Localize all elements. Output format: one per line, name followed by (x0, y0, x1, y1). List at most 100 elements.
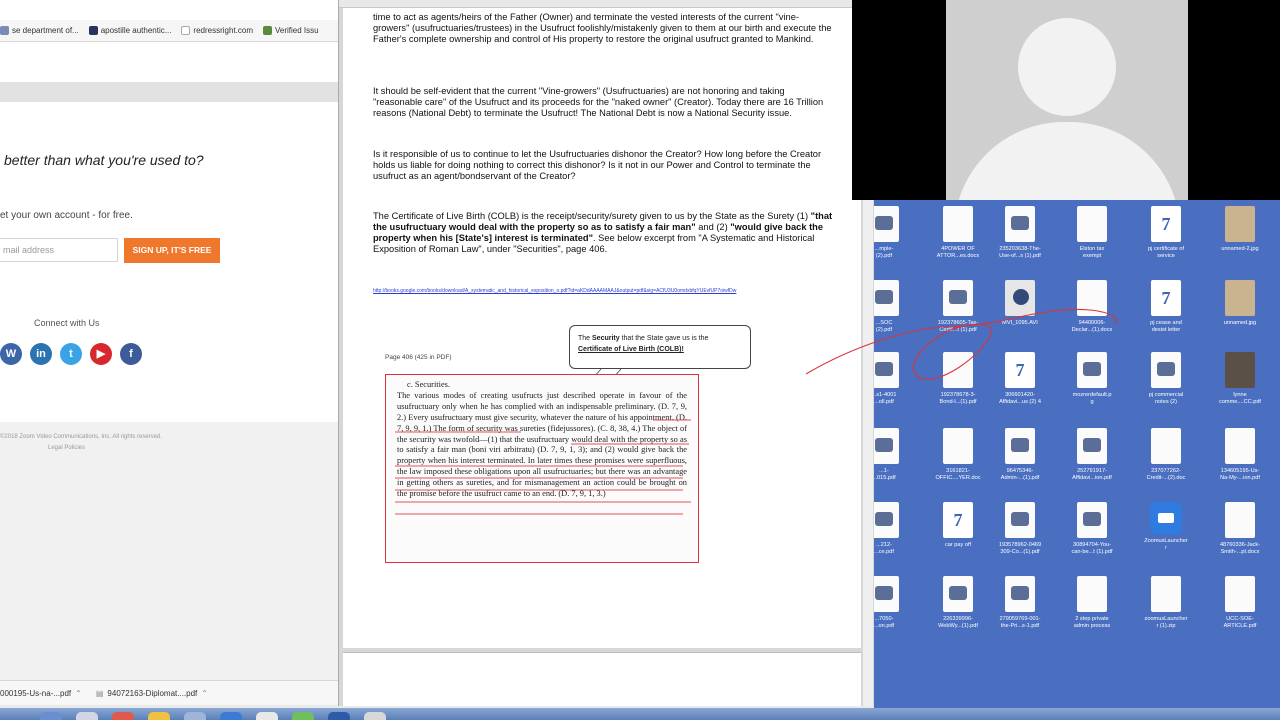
browser-window: se department of... apostille authentic.… (0, 0, 340, 705)
desktop-file-item[interactable]: 48760336-Jack- Smith-...pt.docx (1204, 502, 1276, 556)
pdf-file-icon (874, 280, 899, 316)
pdf-toolbar (339, 0, 875, 8)
download-filename: 000195-Us-na-...pdf (0, 688, 72, 698)
downloads-bar: 000195-Us-na-...pdf ⌃ ▤ 94072163-Diplomat.… (0, 680, 340, 705)
bookmark-item[interactable]: apostille authentic... (88, 26, 172, 35)
desktop-file-label: unnamed.jpg (1223, 320, 1257, 326)
image-file-icon (1077, 352, 1107, 388)
word-file-icon: 7 (943, 502, 973, 538)
desktop-file-item[interactable]: 30894704-You- can-be...t (1).pdf (1056, 502, 1128, 556)
desktop-file-item[interactable]: ...7050- ...on.pdf (874, 576, 920, 630)
app-icon[interactable] (328, 712, 350, 720)
text-run: and (2) (695, 222, 731, 232)
pdf-file-icon (1077, 502, 1107, 538)
pdf-viewer-window: time to act as agents/heirs of the Fathe… (338, 0, 875, 706)
docx-file-icon (1225, 502, 1255, 538)
text-run: Security (592, 335, 620, 342)
download-item[interactable]: ▤ 94072163-Diplomat....pdf ⌃ (96, 689, 208, 698)
launchpad-icon[interactable] (76, 712, 98, 720)
desktop-file-item[interactable]: 96475346- Admin-...(1).pdf (984, 428, 1056, 482)
page-header-band (0, 82, 340, 102)
chevron-up-icon[interactable]: ⌃ (75, 689, 82, 698)
bookmark-item[interactable]: se department of... (0, 26, 79, 35)
signup-button[interactable]: SIGN UP, IT'S FREE (124, 238, 220, 263)
desktop-file-item[interactable]: 7 pj certificate of service (1130, 206, 1202, 260)
desktop-file-item[interactable]: MVI_1095.AVI (984, 280, 1056, 327)
twitter-icon[interactable]: t (60, 343, 82, 365)
app-icon[interactable] (292, 712, 314, 720)
promo-subline: et your own account - for free. (0, 210, 133, 221)
bookmark-label: se department of... (12, 26, 79, 35)
legal-policies-link[interactable]: Legal Policies (48, 445, 85, 451)
word-file-icon: 7 (1151, 206, 1181, 242)
desktop-file-item[interactable]: 235203638-The- Use-of...s (1).pdf (984, 206, 1056, 260)
bookmark-label: apostille authentic... (100, 26, 172, 35)
zip-file-icon (1151, 576, 1181, 612)
desktop-file-label: pj commercial notes (2) (1148, 392, 1184, 405)
pdf-file-icon (943, 576, 973, 612)
desktop-file-item[interactable]: ...SOC (2).pdf (874, 280, 920, 334)
app-icon[interactable] (112, 712, 134, 720)
desktop-file-item[interactable]: ...212- ...ce.pdf (874, 502, 920, 556)
bookmark-item[interactable]: redressright.com (181, 26, 253, 35)
pdf-paragraph: time to act as agents/heirs of the Fathe… (373, 12, 832, 44)
desktop-file-label: 237077262- Credit-...(2).doc (1146, 468, 1186, 481)
bookmark-label: Verified Issu (275, 26, 319, 35)
desktop-file-label: ZoomusLauncher r (1144, 538, 1188, 551)
desktop-file-item[interactable]: 252791917- Affidavi...ion.pdf (1056, 428, 1128, 482)
wordpress-icon[interactable]: W (0, 343, 22, 365)
pdf-page: time to act as agents/heirs of the Fathe… (343, 8, 861, 648)
desktop-file-item[interactable]: Elston tax exempt (1056, 206, 1128, 260)
app-icon[interactable] (220, 712, 242, 720)
desktop-file-item[interactable]: unnamed.jpg (1204, 280, 1276, 327)
bookmark-label: redressright.com (193, 26, 253, 35)
desktop-file-label: 2 step private admin process (1073, 616, 1111, 629)
app-icon[interactable] (256, 712, 278, 720)
desktop-file-item[interactable]: ...s1-4001 ...oll.pdf (874, 352, 920, 406)
desktop-file-item[interactable]: 7 306601420- Affidavi...us (2) 4 (984, 352, 1056, 406)
google-books-link[interactable]: http://books.google.com/books/download/A… (373, 288, 835, 295)
desktop-file-item[interactable]: zoomusLauncher r (1).zip (1130, 576, 1202, 630)
desktop-file-item[interactable]: lynne comme....CC.pdf (1204, 352, 1276, 406)
pdf-paragraph: Is it responsible of us to continue to l… (373, 149, 822, 181)
desktop-file-item[interactable]: ...mple- (2).pdf (874, 206, 920, 260)
desktop-file-label: 235203638-The- Use-of...s (1).pdf (999, 246, 1041, 259)
pdf-file-icon (1225, 576, 1255, 612)
desktop-file-item[interactable]: unnamed-2.jpg (1204, 206, 1276, 253)
desktop-file-item[interactable]: 279059769-001- the-Pri...s-1.pdf (984, 576, 1056, 630)
desktop-file-item[interactable]: 7 pj cease and desist letter (1130, 280, 1202, 334)
word-file-icon: 7 (1151, 280, 1181, 316)
facebook-icon[interactable]: f (120, 343, 142, 365)
email-field[interactable]: mail address (0, 238, 118, 262)
pdf-file-icon (1005, 576, 1035, 612)
desktop-file-item[interactable]: 94400006- Declar...(1).docx (1056, 280, 1128, 334)
desktop-file-item[interactable]: mozrerdefault.p g (1056, 352, 1128, 406)
download-filename: 94072163-Diplomat....pdf (107, 688, 198, 698)
desktop-file-item[interactable]: UCC-SOE- ARTICLE.pdf (1204, 576, 1276, 630)
desktop-file-label: 134605195-Us- Na-My-...ion.pdf (1220, 468, 1260, 481)
app-icon[interactable] (184, 712, 206, 720)
bookmark-item[interactable]: Verified Issu (263, 26, 319, 35)
app-icon[interactable] (148, 712, 170, 720)
desktop-file-label: unnamed-2.jpg (1221, 246, 1259, 252)
text-run: that the State gave us is the (619, 335, 709, 342)
text-run: The Certificate of Live Birth (COLB) is … (373, 211, 811, 221)
chevron-up-icon[interactable]: ⌃ (201, 689, 208, 698)
linkedin-icon[interactable]: in (30, 343, 52, 365)
pdf-paragraph: It should be self-evident that the curre… (373, 86, 824, 118)
desktop-file-item[interactable]: ...1- ...015.pdf (874, 428, 920, 482)
pdf-next-page (343, 652, 861, 706)
desktop-file-item[interactable]: 193578962-0469 309-Co...(1).pdf (984, 502, 1056, 556)
desktop-file-label: 252791917- Affidavi...ion.pdf (1072, 468, 1112, 481)
download-item[interactable]: 000195-Us-na-...pdf ⌃ (0, 689, 82, 698)
desktop-file-item[interactable]: 237077262- Credit-...(2).doc (1130, 428, 1202, 482)
desktop-file-item[interactable]: pj commercial notes (2) (1130, 352, 1202, 406)
pdf-file-icon (874, 206, 899, 242)
page-footer (0, 422, 340, 682)
desktop-file-item[interactable]: 134605195-Us- Na-My-...ion.pdf (1204, 428, 1276, 482)
desktop-file-item[interactable]: ZoomusLauncher r (1130, 502, 1202, 552)
youtube-icon[interactable]: ▶ (90, 343, 112, 365)
app-icon[interactable] (364, 712, 386, 720)
desktop-file-item[interactable]: 2 step private admin process (1056, 576, 1128, 630)
finder-icon[interactable] (40, 712, 62, 720)
